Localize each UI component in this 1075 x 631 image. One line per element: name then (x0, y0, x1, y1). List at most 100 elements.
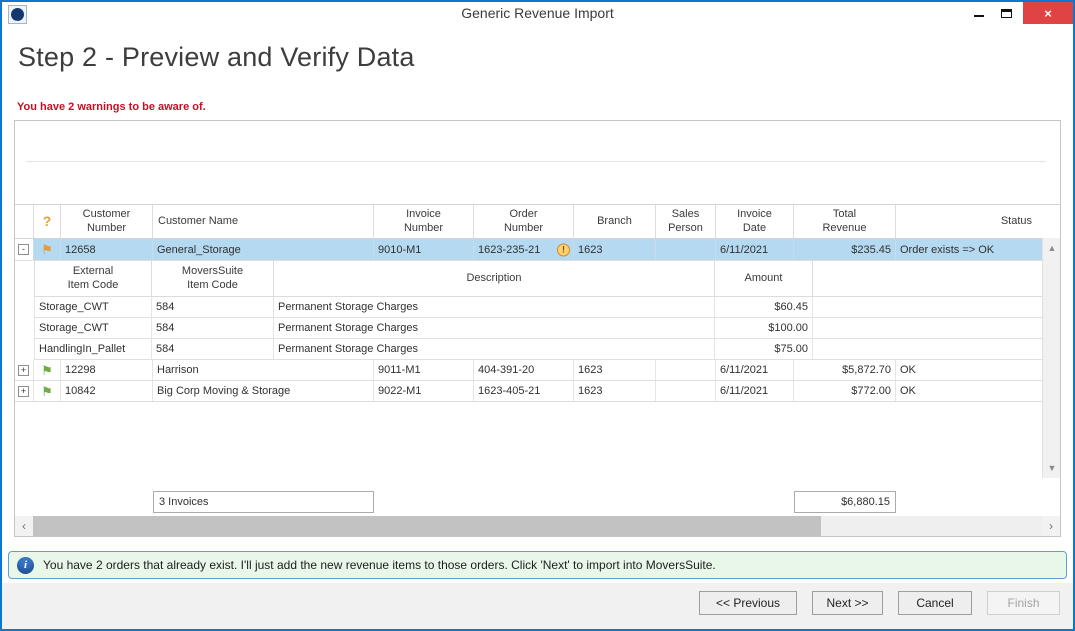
vertical-scrollbar[interactable]: ▲ ▼ (1042, 238, 1060, 478)
detail-header-description[interactable]: Description (274, 261, 715, 296)
cell-moverssuite-item-code: 584 (152, 318, 274, 338)
minimize-icon (974, 15, 984, 17)
detail-header-moverssuite-item-code[interactable]: MoversSuite Item Code (152, 261, 274, 296)
cell-amount: $60.45 (715, 297, 813, 317)
detail-row[interactable]: HandlingIn_Pallet 584 Permanent Storage … (34, 339, 1060, 360)
row-expander-cell: + (15, 360, 34, 380)
cell-branch: 1623 (574, 381, 656, 401)
detail-header-amount[interactable]: Amount (715, 261, 813, 296)
maximize-icon (1001, 9, 1012, 18)
cell-customer-number: 12658 (61, 239, 153, 260)
info-message: You have 2 orders that already exist. I'… (43, 558, 716, 572)
cell-description: Permanent Storage Charges (274, 318, 715, 338)
cell-invoice-date: 6/11/2021 (716, 381, 794, 401)
cell-customer-name: Big Corp Moving & Storage (153, 381, 374, 401)
cell-invoice-date: 6/11/2021 (716, 239, 794, 260)
total-revenue-summary: $6,880.15 (794, 491, 896, 513)
maximize-button[interactable] (993, 2, 1019, 24)
info-icon: i (17, 557, 34, 574)
preview-data-grid: ? Customer Number Customer Name Invoice … (14, 120, 1061, 537)
horizontal-scrollbar[interactable]: ‹ › (15, 516, 1060, 536)
page-title: Step 2 - Preview and Verify Data (18, 42, 415, 73)
cell-moverssuite-item-code: 584 (152, 297, 274, 317)
cell-customer-number: 12298 (61, 360, 153, 380)
cell-order-number: 1623-235-21 ! (474, 239, 574, 260)
header-status[interactable]: Status (896, 205, 1060, 238)
row-expander-cell: + (15, 381, 34, 401)
detail-header-row: External Item Code MoversSuite Item Code… (34, 261, 1060, 297)
cell-amount: $75.00 (715, 339, 813, 359)
cell-description: Permanent Storage Charges (274, 339, 715, 359)
info-message-bar: i You have 2 orders that already exist. … (8, 551, 1067, 579)
scroll-right-arrow-icon[interactable]: › (1042, 516, 1060, 536)
cell-customer-number: 10842 (61, 381, 153, 401)
cancel-button[interactable]: Cancel (898, 591, 972, 615)
cell-order-number: 404-391-20 (474, 360, 574, 380)
cell-branch: 1623 (574, 360, 656, 380)
cell-status: OK (896, 360, 1042, 380)
cell-sales-person (656, 239, 716, 260)
warning-message: You have 2 warnings to be aware of. (17, 101, 206, 113)
cell-external-item-code: Storage_CWT (35, 318, 152, 338)
previous-button[interactable]: << Previous (699, 591, 797, 615)
question-icon: ? (43, 213, 52, 231)
cell-filler (813, 297, 1043, 317)
finish-button: Finish (987, 591, 1060, 615)
header-flag[interactable]: ? (34, 205, 61, 238)
expand-row-button[interactable]: + (18, 386, 29, 397)
detail-header-external-item-code[interactable]: External Item Code (35, 261, 152, 296)
cell-total-revenue: $5,872.70 (794, 360, 896, 380)
wizard-footer: << Previous Next >> Cancel Finish (2, 583, 1073, 629)
collapse-row-button[interactable]: - (18, 244, 29, 255)
header-sales-person[interactable]: Sales Person (656, 205, 716, 238)
scroll-down-arrow-icon[interactable]: ▼ (1043, 460, 1060, 476)
header-expander (15, 205, 34, 238)
cell-order-number: 1623-405-21 (474, 381, 574, 401)
scroll-left-arrow-icon[interactable]: ‹ (15, 516, 33, 536)
grid-header-row: ? Customer Number Customer Name Invoice … (15, 204, 1060, 239)
green-flag-icon: ⚑ (41, 385, 53, 398)
cell-branch: 1623 (574, 239, 656, 260)
orange-flag-icon: ⚑ (41, 243, 53, 256)
generic-revenue-import-window: Generic Revenue Import × Step 2 - Previe… (0, 0, 1075, 631)
horizontal-scroll-thumb[interactable] (33, 516, 821, 536)
header-branch[interactable]: Branch (574, 205, 656, 238)
invoice-row-10842[interactable]: + ⚑ 10842 Big Corp Moving & Storage 9022… (15, 381, 1042, 402)
cell-status: Order exists => OK (896, 239, 1042, 260)
cell-sales-person (656, 360, 716, 380)
cell-invoice-number: 9011-M1 (374, 360, 474, 380)
header-customer-number[interactable]: Customer Number (61, 205, 153, 238)
grid-group-area (15, 121, 1060, 204)
invoice-row-12658[interactable]: - ⚑ 12658 General_Storage 9010-M1 1623-2… (15, 239, 1042, 261)
cell-invoice-number: 9022-M1 (374, 381, 474, 401)
cell-status: OK (896, 381, 1042, 401)
window-title: Generic Revenue Import (2, 5, 1073, 21)
header-customer-name[interactable]: Customer Name (153, 205, 374, 238)
group-area-divider (26, 161, 1046, 162)
header-order-number[interactable]: Order Number (474, 205, 574, 238)
header-total-revenue[interactable]: Total Revenue (794, 205, 896, 238)
detail-row[interactable]: Storage_CWT 584 Permanent Storage Charge… (34, 318, 1060, 339)
detail-row[interactable]: Storage_CWT 584 Permanent Storage Charge… (34, 297, 1060, 318)
row-expander-cell: - (15, 239, 34, 260)
detail-header-filler (813, 261, 1043, 296)
cell-total-revenue: $235.45 (794, 239, 896, 260)
invoice-row-12298[interactable]: + ⚑ 12298 Harrison 9011-M1 404-391-20 16… (15, 360, 1042, 381)
scroll-up-arrow-icon[interactable]: ▲ (1043, 240, 1060, 256)
cell-filler (813, 318, 1043, 338)
title-bar: Generic Revenue Import × (2, 2, 1073, 26)
header-invoice-date[interactable]: Invoice Date (716, 205, 794, 238)
cell-filler (813, 339, 1043, 359)
header-invoice-number[interactable]: Invoice Number (374, 205, 474, 238)
cell-customer-name: Harrison (153, 360, 374, 380)
cell-total-revenue: $772.00 (794, 381, 896, 401)
close-button[interactable]: × (1023, 2, 1073, 24)
minimize-button[interactable] (966, 2, 992, 24)
cell-amount: $100.00 (715, 318, 813, 338)
next-button[interactable]: Next >> (812, 591, 883, 615)
cell-invoice-number: 9010-M1 (374, 239, 474, 260)
expand-row-button[interactable]: + (18, 365, 29, 376)
cell-sales-person (656, 381, 716, 401)
warning-icon: ! (557, 243, 570, 256)
cell-external-item-code: Storage_CWT (35, 297, 152, 317)
